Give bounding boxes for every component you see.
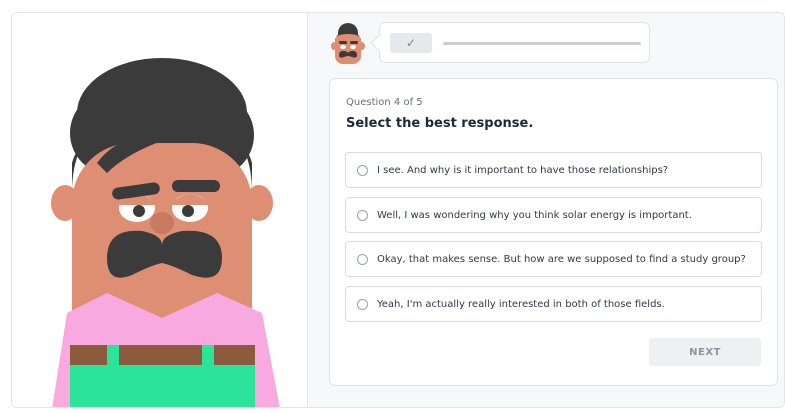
radio-button[interactable] (357, 209, 368, 221)
answer-option[interactable]: I see. And why is it important to have t… (345, 152, 762, 188)
answer-option[interactable]: Yeah, I'm actually really interested in … (345, 286, 762, 322)
answer-option-text: Yeah, I'm actually really interested in … (377, 298, 665, 310)
answer-option-text: Well, I was wondering why you think sola… (377, 209, 692, 221)
question-prompt: Select the best response. (346, 116, 534, 131)
radio-button[interactable] (357, 298, 368, 310)
app-frame: ✓ Question 4 of 5 Select the best respon… (11, 12, 785, 408)
checkmark-icon: ✓ (390, 33, 432, 53)
answer-option[interactable]: Okay, that makes sense. But how are we s… (345, 241, 762, 277)
bubble-tail (370, 34, 388, 52)
answer-option-text: I see. And why is it important to have t… (377, 164, 669, 176)
question-card: Question 4 of 5 Select the best response… (329, 78, 778, 386)
progress-bubble: ✓ (370, 22, 650, 63)
character-avatar (331, 23, 365, 64)
answer-option-text: Okay, that makes sense. But how are we s… (377, 253, 746, 265)
question-number: Question 4 of 5 (346, 97, 423, 108)
answer-option[interactable]: Well, I was wondering why you think sola… (345, 197, 762, 233)
character-illustration (51, 58, 280, 407)
question-panel: ✓ Question 4 of 5 Select the best respon… (308, 13, 784, 407)
character-panel (12, 13, 308, 407)
next-button[interactable]: NEXT (649, 338, 761, 366)
radio-button[interactable] (357, 164, 368, 176)
radio-button[interactable] (357, 253, 368, 265)
progress-line (443, 42, 641, 45)
